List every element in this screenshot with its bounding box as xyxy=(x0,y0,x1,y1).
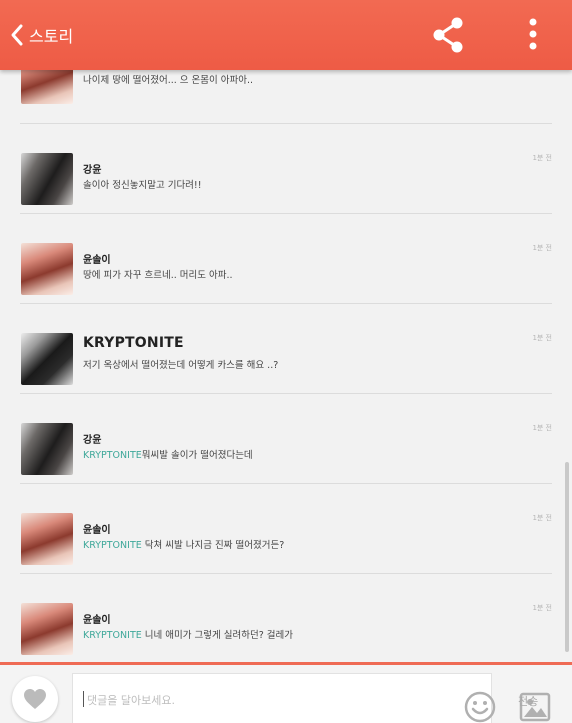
avatar[interactable] xyxy=(21,513,73,565)
comment-text: 솔이아 정신놓지말고 기다려!! xyxy=(83,180,202,191)
comment-text: KRYPTONITE 닥쳐 씨발 나지금 진짜 떨어졌거든? xyxy=(83,537,284,551)
comment-text: 나이제 땅에 떨어졌어... 으 온몸이 아파아.. xyxy=(83,75,254,86)
mention-link[interactable]: KRYPTONITE xyxy=(83,450,142,461)
mention-link[interactable]: KRYPTONITE xyxy=(83,540,142,551)
comment-username[interactable]: 강윤 xyxy=(83,161,101,176)
comment-time: 1분 전 xyxy=(532,604,552,612)
comment-time: 1분 전 xyxy=(532,514,552,522)
comment-username[interactable]: KRYPTONITE xyxy=(83,335,184,351)
top-bar: 스토리 xyxy=(0,0,572,70)
share-icon[interactable] xyxy=(430,16,466,54)
comment-text: KRYPTONITE 니네 애미가 그렇게 실려하던? 걸레가 xyxy=(83,627,293,641)
comment-item: 윤솔이 땅에 피가 자꾸 흐르네.. 머리도 아파.. 1분 전 xyxy=(20,214,552,304)
comment-username[interactable]: 윤솔이 xyxy=(83,521,111,536)
send-button[interactable]: 전송 xyxy=(518,693,538,709)
comment-text: 저기 옥상에서 떨어졌는데 어떻게 카스를 해요 ..? xyxy=(83,360,279,371)
comment-item: 윤솔이 KRYPTONITE 니네 애미가 그렇게 실려하던? 걸레가 1분 전 xyxy=(20,574,552,662)
comment-input[interactable]: 댓글을 달아보세요. xyxy=(72,673,551,723)
comment-body: 니네 애미가 그렇게 실려하던? 걸레가 xyxy=(141,630,293,641)
comment-item: 나이제 땅에 떨어졌어... 으 온몸이 아파아.. xyxy=(20,70,552,124)
back-label: 스토리 xyxy=(29,27,74,46)
comment-time: 1분 전 xyxy=(532,244,552,252)
comment-username[interactable]: 윤솔이 xyxy=(83,611,111,626)
comment-composer: 댓글을 달아보세요. 전송 xyxy=(0,662,572,723)
comment-time: 1분 전 xyxy=(532,424,552,432)
comment-item: 강윤 KRYPTONITE뭐씨발 솔이가 떨어졌다는데 1분 전 xyxy=(20,394,552,484)
avatar[interactable] xyxy=(21,603,73,655)
comment-item: 강윤 솔이아 정신놓지말고 기다려!! 1분 전 xyxy=(20,124,552,214)
comment-item: 윤솔이 KRYPTONITE 닥쳐 씨발 나지금 진짜 떨어졌거든? 1분 전 xyxy=(20,484,552,574)
like-button[interactable] xyxy=(12,676,58,722)
avatar[interactable] xyxy=(21,153,73,205)
mention-link[interactable]: KRYPTONITE xyxy=(83,630,142,641)
comment-text: KRYPTONITE뭐씨발 솔이가 떨어졌다는데 xyxy=(83,447,253,461)
comment-time: 1분 전 xyxy=(532,154,552,162)
avatar[interactable] xyxy=(21,333,73,385)
chevron-left-icon xyxy=(11,24,23,46)
scrollbar[interactable] xyxy=(565,462,569,652)
emoticon-icon[interactable] xyxy=(463,690,497,723)
avatar[interactable] xyxy=(21,243,73,295)
avatar[interactable] xyxy=(21,70,73,104)
comment-list[interactable]: 나이제 땅에 떨어졌어... 으 온몸이 아파아.. 강윤 솔이아 정신놓지말고… xyxy=(0,70,572,662)
comment-placeholder: 댓글을 달아보세요. xyxy=(87,694,175,707)
comment-item: KRYPTONITE 저기 옥상에서 떨어졌는데 어떻게 카스를 해요 ..? … xyxy=(20,304,552,394)
avatar[interactable] xyxy=(21,423,73,475)
comment-body: 닥쳐 씨발 나지금 진짜 떨어졌거든? xyxy=(141,540,285,551)
more-options-icon[interactable] xyxy=(520,16,546,54)
comment-text: 땅에 피가 자꾸 흐르네.. 머리도 아파.. xyxy=(83,270,233,281)
heart-icon xyxy=(24,689,46,709)
comment-username[interactable]: 윤솔이 xyxy=(83,251,111,266)
text-cursor xyxy=(83,691,84,707)
comment-time: 1분 전 xyxy=(532,334,552,342)
back-button[interactable]: 스토리 xyxy=(10,18,73,52)
comment-body: 뭐씨발 솔이가 떨어졌다는데 xyxy=(141,450,253,461)
comment-username[interactable]: 강윤 xyxy=(83,431,101,446)
